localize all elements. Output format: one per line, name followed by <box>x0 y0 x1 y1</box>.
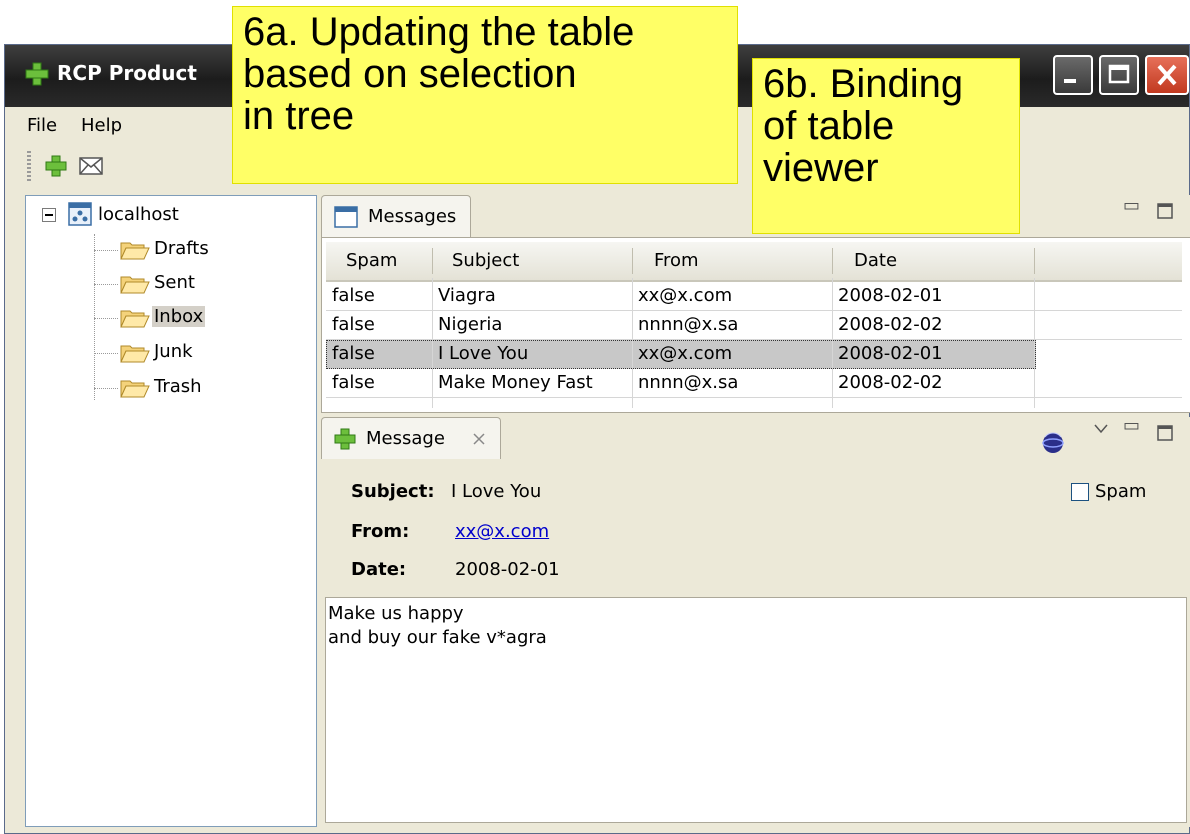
column-header-subject[interactable]: Subject <box>452 250 519 271</box>
cell-subject: Nigeria <box>438 314 503 335</box>
from-label: From: <box>351 521 410 542</box>
tab-label: Messages <box>368 206 457 227</box>
cell-subject: I Love You <box>438 343 529 364</box>
cell-from: xx@x.com <box>638 285 733 306</box>
cell-date: 2008-02-02 <box>838 372 943 393</box>
minimize-view-icon[interactable]: ▭ <box>1123 415 1140 436</box>
tree-connector <box>94 318 118 319</box>
tree-item-inbox[interactable]: Inbox <box>152 306 206 327</box>
column-header-from[interactable]: From <box>654 250 699 271</box>
maximize-button[interactable] <box>1099 55 1139 95</box>
cell-date: 2008-02-01 <box>838 343 943 364</box>
subject-value: I Love You <box>451 481 542 502</box>
grid-line <box>432 278 433 408</box>
column-divider <box>632 248 633 274</box>
tree-root-label[interactable]: localhost <box>98 204 179 225</box>
window-icon <box>334 206 358 228</box>
message-view: Message ▭ Subject: I Love You Spam From:… <box>321 415 1190 827</box>
menu-help[interactable]: Help <box>81 115 122 136</box>
close-tab-icon[interactable] <box>472 432 486 446</box>
tree-connector <box>94 250 118 251</box>
column-divider <box>832 248 833 274</box>
date-label: Date: <box>351 559 407 580</box>
tree-item-drafts[interactable]: Drafts <box>154 238 209 259</box>
tab-messages[interactable]: Messages <box>321 195 471 237</box>
plus-icon <box>25 62 49 86</box>
grid-line <box>832 278 833 408</box>
cell-subject: Viagra <box>438 285 496 306</box>
folder-icon <box>120 276 150 294</box>
tree-connector <box>94 388 118 389</box>
globe-icon[interactable] <box>1041 431 1065 455</box>
plus-icon <box>334 428 356 450</box>
spam-checkbox[interactable] <box>1071 483 1089 501</box>
table-header: Spam Subject From Date <box>326 242 1182 282</box>
folder-icon <box>120 345 150 363</box>
table-row[interactable]: false Viagra xx@x.com 2008-02-01 <box>326 282 1182 311</box>
message-body[interactable]: Make us happy and buy our fake v*agra <box>325 597 1187 823</box>
toolbar-grip[interactable] <box>27 151 31 181</box>
view-menu-icon[interactable] <box>1093 423 1109 435</box>
maximize-view-icon[interactable] <box>1157 203 1173 219</box>
column-header-spam[interactable]: Spam <box>346 250 397 271</box>
cell-spam: false <box>332 372 375 393</box>
messages-table[interactable]: Spam Subject From Date false Viagra xx@x… <box>321 237 1190 413</box>
cell-from: nnnn@x.sa <box>638 314 739 335</box>
plus-icon[interactable] <box>45 155 67 177</box>
table-row[interactable]: false Make Money Fast nnnn@x.sa 2008-02-… <box>326 369 1182 398</box>
maximize-icon <box>1108 64 1130 84</box>
window-title: RCP Product <box>57 61 197 85</box>
folder-icon <box>120 310 150 328</box>
cell-spam: false <box>332 314 375 335</box>
tree-connector <box>94 353 118 354</box>
minimize-icon <box>1064 79 1076 83</box>
cell-from: nnnn@x.sa <box>638 372 739 393</box>
tree-item-sent[interactable]: Sent <box>154 272 195 293</box>
cell-from: xx@x.com <box>638 343 733 364</box>
minimize-button[interactable] <box>1053 55 1093 95</box>
folder-icon <box>120 242 150 260</box>
spam-label[interactable]: Spam <box>1095 481 1146 502</box>
tab-label: Message <box>366 428 445 449</box>
from-link[interactable]: xx@x.com <box>455 521 549 542</box>
envelope-icon[interactable] <box>79 157 103 175</box>
cell-date: 2008-02-01 <box>838 285 943 306</box>
menu-file[interactable]: File <box>27 115 57 136</box>
cell-subject: Make Money Fast <box>438 372 593 393</box>
tree-connector <box>94 234 95 400</box>
callout-6a: 6a. Updating the table based on selectio… <box>232 6 738 184</box>
date-value: 2008-02-01 <box>455 559 560 580</box>
close-button[interactable] <box>1145 55 1189 95</box>
tree-item-junk[interactable]: Junk <box>154 341 193 362</box>
callout-6b: 6b. Binding of table viewer <box>752 58 1020 234</box>
column-header-date[interactable]: Date <box>854 250 897 271</box>
tree-connector <box>94 284 118 285</box>
maximize-view-icon[interactable] <box>1157 425 1173 441</box>
subject-label: Subject: <box>351 481 435 502</box>
server-icon <box>68 202 92 226</box>
cell-spam: false <box>332 343 375 364</box>
cell-date: 2008-02-02 <box>838 314 943 335</box>
collapse-toggle[interactable] <box>42 208 56 222</box>
tab-message[interactable]: Message <box>321 417 501 459</box>
close-icon <box>1157 64 1177 86</box>
table-row[interactable]: false Nigeria nnnn@x.sa 2008-02-02 <box>326 311 1182 340</box>
grid-line <box>1034 278 1035 408</box>
column-divider <box>432 248 433 274</box>
tree-view[interactable]: localhost Drafts Sent Inbox Junk Trash <box>25 195 317 827</box>
minimize-view-icon[interactable]: ▭ <box>1123 195 1140 216</box>
grid-line <box>632 278 633 408</box>
folder-icon <box>120 380 150 398</box>
tree-item-trash[interactable]: Trash <box>154 376 202 397</box>
column-divider <box>1034 248 1035 274</box>
cell-spam: false <box>332 285 375 306</box>
